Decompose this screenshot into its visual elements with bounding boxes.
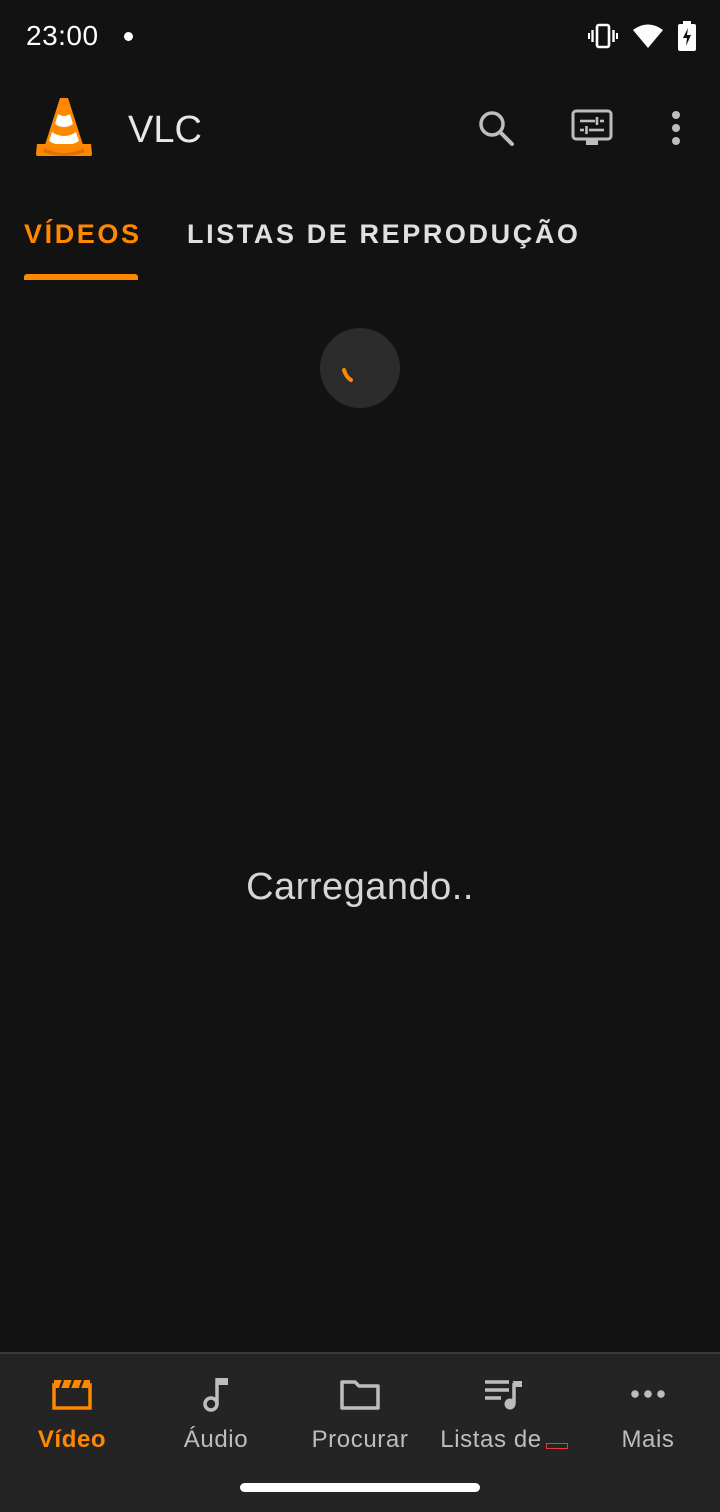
truncation-marker — [545, 1443, 568, 1449]
status-bar: 23:00 — [0, 0, 720, 72]
tab-selected-indicator — [24, 274, 138, 280]
search-icon — [476, 108, 516, 153]
nav-item-browse[interactable]: Procurar — [288, 1354, 432, 1464]
nav-label-playlists: Listas de — [440, 1426, 568, 1454]
vibrate-icon — [588, 22, 618, 50]
folder-icon — [339, 1374, 381, 1414]
nav-item-audio[interactable]: Áudio — [144, 1354, 288, 1464]
movie-clapper-icon — [51, 1374, 93, 1414]
nav-label-browse: Procurar — [311, 1426, 409, 1453]
nav-label-playlists-text: Listas de — [440, 1426, 542, 1453]
home-gesture-bar[interactable] — [240, 1483, 480, 1492]
vlc-cone-logo-icon — [32, 98, 96, 162]
search-button[interactable] — [468, 102, 524, 158]
nav-label-video: Vídeo — [37, 1426, 107, 1453]
notification-dot-icon — [124, 32, 133, 41]
tab-bar: VÍDEOS LISTAS DE REPRODUÇÃO — [0, 188, 720, 280]
more-options-button[interactable] — [648, 102, 704, 158]
nav-label-more: Mais — [621, 1426, 675, 1453]
more-vert-icon — [670, 110, 682, 151]
tab-playlists[interactable]: LISTAS DE REPRODUÇÃO — [187, 188, 581, 280]
loading-spinner — [320, 328, 400, 408]
spinner-arc-icon — [342, 368, 353, 382]
wifi-icon — [632, 23, 664, 49]
loading-message: Carregando.. — [246, 866, 474, 908]
more-horiz-icon — [630, 1374, 666, 1414]
nav-label-audio: Áudio — [183, 1426, 249, 1453]
nav-item-more[interactable]: Mais — [576, 1354, 720, 1464]
app-bar: VLC — [0, 72, 720, 188]
status-time: 23:00 — [26, 20, 99, 51]
renderer-cast-icon — [571, 109, 613, 152]
status-icons — [588, 20, 696, 52]
playlist-music-icon — [483, 1374, 525, 1414]
vlc-main-screen: 23:00 VLC VÍDEOS LISTAS DE REPRODUÇÃO Ca… — [0, 0, 720, 1512]
battery-charging-icon — [678, 21, 696, 51]
app-title: VLC — [128, 109, 202, 151]
music-note-icon — [201, 1374, 231, 1414]
renderer-button[interactable] — [564, 102, 620, 158]
tab-videos[interactable]: VÍDEOS — [24, 188, 142, 280]
nav-item-playlists[interactable]: Listas de — [432, 1354, 576, 1464]
nav-item-video[interactable]: Vídeo — [0, 1354, 144, 1464]
